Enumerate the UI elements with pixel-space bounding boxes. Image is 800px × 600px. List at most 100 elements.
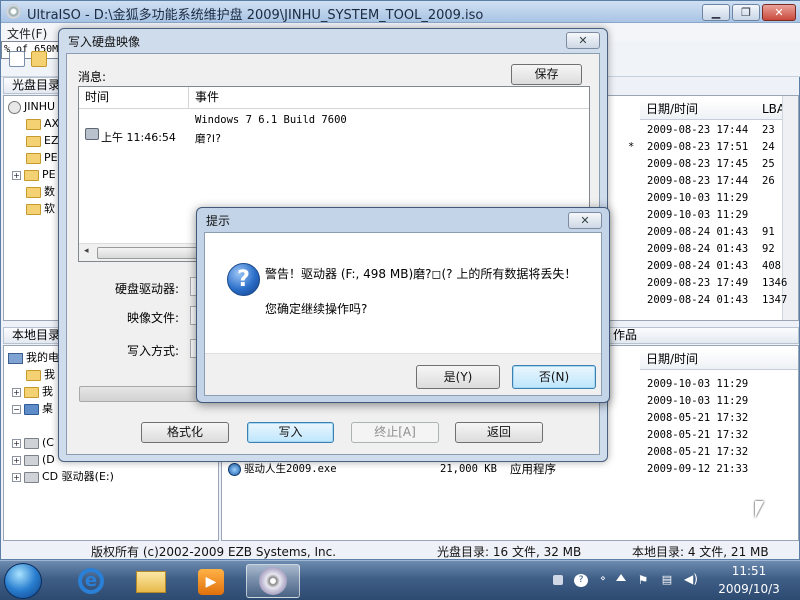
row-lba: 26	[762, 175, 775, 187]
task-explorer[interactable]	[124, 564, 178, 598]
window-title: UltraISO - D:\金狐多功能系统维护盘 2009\JINHU_SYST…	[27, 8, 484, 23]
log-event: Windows 7 6.1 Build 7600	[195, 114, 347, 126]
write-button[interactable]: 写入	[247, 422, 334, 443]
close-icon[interactable]: ✕	[566, 32, 600, 49]
tree-item[interactable]: 我	[26, 367, 55, 384]
tree-item[interactable]: + 我	[12, 384, 53, 401]
tree-item[interactable]: AX	[26, 116, 59, 133]
row-date: 2009-08-24 01:43	[647, 260, 749, 272]
collapse-icon[interactable]: −	[12, 404, 21, 414]
no-button[interactable]: 否(N)	[512, 365, 596, 389]
menu-file[interactable]: 文件(F)	[7, 25, 47, 42]
volume-icon[interactable]: ◀)	[684, 572, 698, 586]
task-ie[interactable]: e	[64, 564, 118, 598]
expand-icon[interactable]: +	[12, 455, 21, 465]
tree-item[interactable]: − 桌	[12, 401, 53, 418]
keyboard-icon[interactable]	[553, 575, 563, 585]
task-ultraiso[interactable]	[246, 564, 300, 598]
col-date[interactable]: 日期/时间	[640, 100, 756, 120]
tree-root-label: JINHU	[24, 100, 56, 113]
status-local: 本地目录: 4 文件, 21 MB	[632, 545, 769, 559]
row-lba: 1346	[762, 277, 788, 289]
restore-icon[interactable]: ❐	[732, 4, 760, 21]
row-lba: 1347	[762, 294, 788, 306]
row-lba: 23	[762, 124, 775, 136]
table-row[interactable]: 驱动人生2009.exe 21,000 KB 应用程序 2009-09-12 21:3…	[222, 461, 798, 478]
close-icon[interactable]: ✕	[568, 212, 602, 229]
clock-time[interactable]: 11:51	[709, 564, 789, 578]
tree-item-label: 我	[42, 385, 53, 398]
back-button[interactable]: 返回	[455, 422, 543, 443]
folder-icon	[26, 203, 41, 215]
row-name: 驱动人生2009.exe	[244, 463, 337, 475]
new-file-icon[interactable]	[9, 51, 25, 67]
action-center-flag-icon[interactable]: ⚑	[637, 573, 649, 587]
row-lba: 91	[762, 226, 775, 238]
scroll-left-icon[interactable]: ◂	[84, 246, 89, 256]
help-icon[interactable]: ?	[574, 574, 588, 587]
tree-root[interactable]: JINHU	[8, 99, 55, 116]
tree-item[interactable]: + PE	[12, 167, 56, 184]
ultraiso-disc-icon	[259, 567, 287, 595]
tree-item[interactable]: 软	[26, 201, 55, 218]
network-icon[interactable]: ▤	[660, 573, 674, 586]
expand-icon[interactable]: +	[12, 170, 21, 180]
row-date: 2008-05-21 17:32	[647, 412, 749, 424]
yes-button[interactable]: 是(Y)	[416, 365, 500, 389]
folder-icon	[26, 152, 41, 164]
row-lba: 92	[762, 243, 775, 255]
progress-bar	[79, 386, 199, 402]
tree-item[interactable]: + (C	[12, 435, 54, 452]
open-folder-icon[interactable]	[31, 51, 47, 67]
tree-item-label: 数	[44, 185, 55, 198]
messages-label: 消息:	[78, 70, 107, 84]
image-file-label: 映像文件:	[127, 311, 180, 325]
folder-icon	[136, 571, 166, 593]
row-date: 2009-10-03 11:29	[647, 192, 749, 204]
confirm-dialog: 提示 ✕ ? 警告！驱动器 (F:, 498 MB)磨?◻(? 上的所有数据将丢…	[196, 207, 610, 403]
clock-date[interactable]: 2009/10/3	[709, 582, 789, 596]
col-date[interactable]: 日期/时间	[640, 350, 798, 370]
expand-icon[interactable]: +	[12, 438, 21, 448]
tree-item-label: 我的电	[26, 351, 59, 364]
minimize-icon[interactable]: ▁	[702, 4, 730, 21]
row-type: 应用程序	[510, 462, 556, 476]
save-button[interactable]: 保存	[511, 64, 582, 85]
cd-drive-icon	[24, 471, 39, 483]
format-button[interactable]: 格式化	[141, 422, 229, 443]
tree-item[interactable]: EZ	[26, 133, 59, 150]
expand-icon[interactable]: +	[12, 387, 21, 397]
folder-icon	[24, 169, 39, 181]
col-event[interactable]: 事件	[189, 87, 589, 109]
mouse-cursor-icon	[755, 501, 764, 518]
col-time[interactable]: 时间	[79, 87, 189, 109]
tree-item-label: 桌	[42, 402, 53, 415]
windows-start-icon[interactable]	[4, 563, 42, 599]
computer-icon	[8, 352, 23, 364]
tree-item[interactable]: 我的电	[8, 350, 59, 367]
tree-item[interactable]: + (D	[12, 452, 55, 469]
tree-item[interactable]: + CD 驱动器(E:)	[12, 469, 114, 486]
show-hidden-icons[interactable]	[616, 574, 626, 581]
task-media-player[interactable]: ▶	[184, 564, 238, 598]
row-date: 2009-10-03 11:29	[647, 378, 749, 390]
tree-item[interactable]: PE	[26, 150, 58, 167]
confirm-question: 您确定继续操作吗?	[265, 302, 368, 316]
options-icon[interactable]: ⋄	[597, 574, 609, 584]
close-icon[interactable]: ✕	[762, 4, 796, 21]
log-time: 上午 11:46:54	[101, 131, 176, 144]
status-copyright: 版权所有 (c)2002-2009 EZB Systems, Inc.	[91, 545, 337, 559]
app-icon	[228, 463, 241, 476]
row-date: 2008-05-21 17:32	[647, 446, 749, 458]
write-mode-label: 写入方式:	[127, 344, 180, 358]
dialog-title: 提示	[206, 214, 231, 228]
row-date: 2009-08-23 17:49	[647, 277, 749, 289]
tree-item[interactable]: 数	[26, 184, 55, 201]
expand-icon[interactable]: +	[12, 472, 21, 482]
col-lba[interactable]: LBA	[756, 100, 785, 120]
row-lba: 25	[762, 158, 775, 170]
abort-button[interactable]: 终止[A]	[351, 422, 439, 443]
row-lba: 408	[762, 260, 781, 272]
title-bar[interactable]: UltraISO - D:\金狐多功能系统维护盘 2009\JINHU_SYST…	[1, 1, 800, 23]
dialog-footer: 是(Y) 否(N)	[205, 353, 601, 395]
